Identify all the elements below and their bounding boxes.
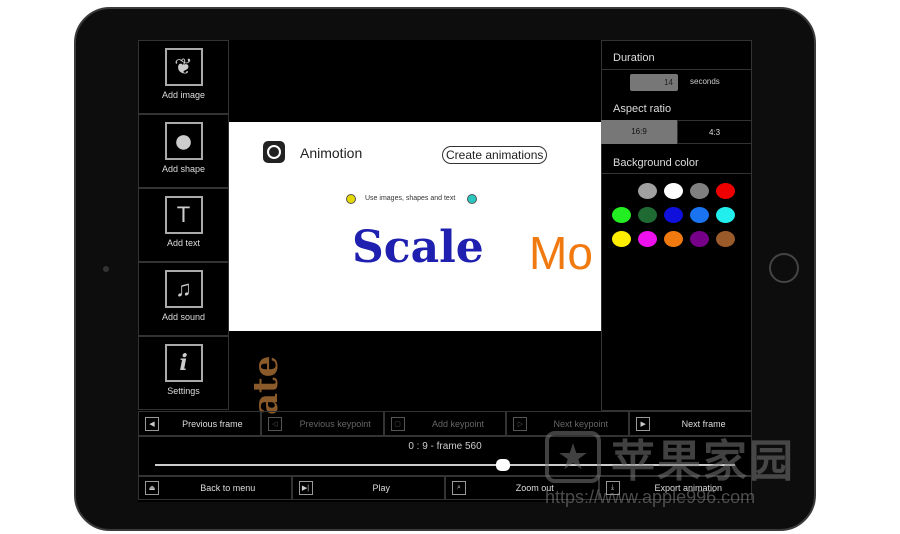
text-icon: T — [164, 196, 203, 234]
button-icon: ◁ — [267, 416, 282, 431]
duration-label: Duration — [601, 40, 752, 70]
leaf-icon: ❦ — [164, 48, 203, 86]
watermark-text: 苹果家园 — [611, 437, 795, 486]
rotated-text[interactable]: ate — [246, 356, 286, 415]
tool-label: Add text — [166, 238, 201, 248]
tool-label: Add image — [161, 90, 206, 100]
button-icon: ▶| — [298, 481, 313, 495]
color-swatch[interactable] — [716, 231, 735, 247]
previous-keypoint-button[interactable]: ◁ Previous keypoint — [260, 411, 384, 436]
timeline-slider-thumb[interactable] — [496, 459, 510, 471]
color-swatch[interactable] — [638, 231, 657, 247]
button-icon: ◀ — [145, 416, 159, 431]
tool-add-text[interactable]: T Add text — [138, 188, 229, 262]
button-icon: ▷ — [513, 416, 528, 431]
duration-unit: seconds — [690, 77, 720, 86]
back-to-menu-button[interactable]: ⏏ Back to menu — [138, 476, 292, 500]
color-swatch[interactable] — [716, 183, 735, 199]
settings-panel — [601, 40, 752, 411]
aspect-4-3[interactable]: 4:3 — [677, 120, 752, 144]
camera — [103, 266, 109, 272]
app-logo-icon — [263, 141, 285, 163]
tool-settings[interactable]: i Settings — [138, 336, 229, 410]
tool-label: Add shape — [161, 164, 206, 174]
tagline: Use images, shapes and text — [365, 195, 456, 202]
color-swatch[interactable] — [638, 207, 657, 223]
cyan-dot — [467, 194, 477, 204]
color-swatch[interactable] — [612, 231, 631, 247]
watermark: ★ 苹果家园 https://www.apple996.com — [545, 425, 795, 508]
add-keypoint-button[interactable]: ▢ Add keypoint — [383, 411, 507, 436]
previous-frame-button[interactable]: ◀ Previous frame — [138, 411, 261, 436]
play-button[interactable]: ▶| Play — [291, 476, 445, 500]
watermark-url: https://www.apple996.com — [545, 487, 756, 507]
aspect-label: Aspect ratio — [613, 103, 672, 115]
color-swatch[interactable] — [690, 231, 709, 247]
animation-canvas[interactable]: Animotion Create animations Use images, … — [229, 122, 601, 331]
music-note-icon: ♫ — [164, 270, 203, 308]
tool-label: Settings — [167, 386, 200, 396]
app-name: Animotion — [300, 145, 363, 161]
scale-text[interactable]: Scale — [352, 222, 484, 273]
button-icon: ⌕ — [452, 481, 466, 495]
watermark-star-icon: ★ — [545, 431, 601, 483]
color-swatch[interactable] — [664, 207, 683, 223]
tool-label: Add sound — [161, 312, 206, 322]
color-swatch[interactable] — [664, 183, 683, 199]
color-swatch[interactable] — [638, 183, 657, 199]
button-icon: ⏏ — [145, 481, 159, 495]
tool-add-image[interactable]: ❦ Add image — [138, 40, 229, 114]
circle-icon: ● — [164, 122, 203, 160]
color-swatch[interactable] — [690, 183, 709, 199]
color-swatch[interactable] — [716, 207, 735, 223]
duration-input[interactable]: 14 — [630, 74, 678, 91]
aspect-16-9[interactable]: 16:9 — [601, 120, 677, 144]
motion-text[interactable]: Mo — [529, 226, 593, 280]
info-icon: i — [164, 344, 203, 382]
button-icon: ▢ — [390, 416, 405, 431]
tool-add-shape[interactable]: ● Add shape — [138, 114, 229, 188]
yellow-dot — [346, 194, 356, 204]
tool-add-sound[interactable]: ♫ Add sound — [138, 262, 229, 336]
color-swatch[interactable] — [664, 231, 683, 247]
home-button[interactable] — [769, 253, 799, 283]
bg-color-label: Background color — [601, 144, 752, 174]
color-swatch[interactable] — [612, 207, 631, 223]
color-swatch[interactable] — [690, 207, 709, 223]
create-animations-button[interactable]: Create animations — [442, 146, 548, 164]
